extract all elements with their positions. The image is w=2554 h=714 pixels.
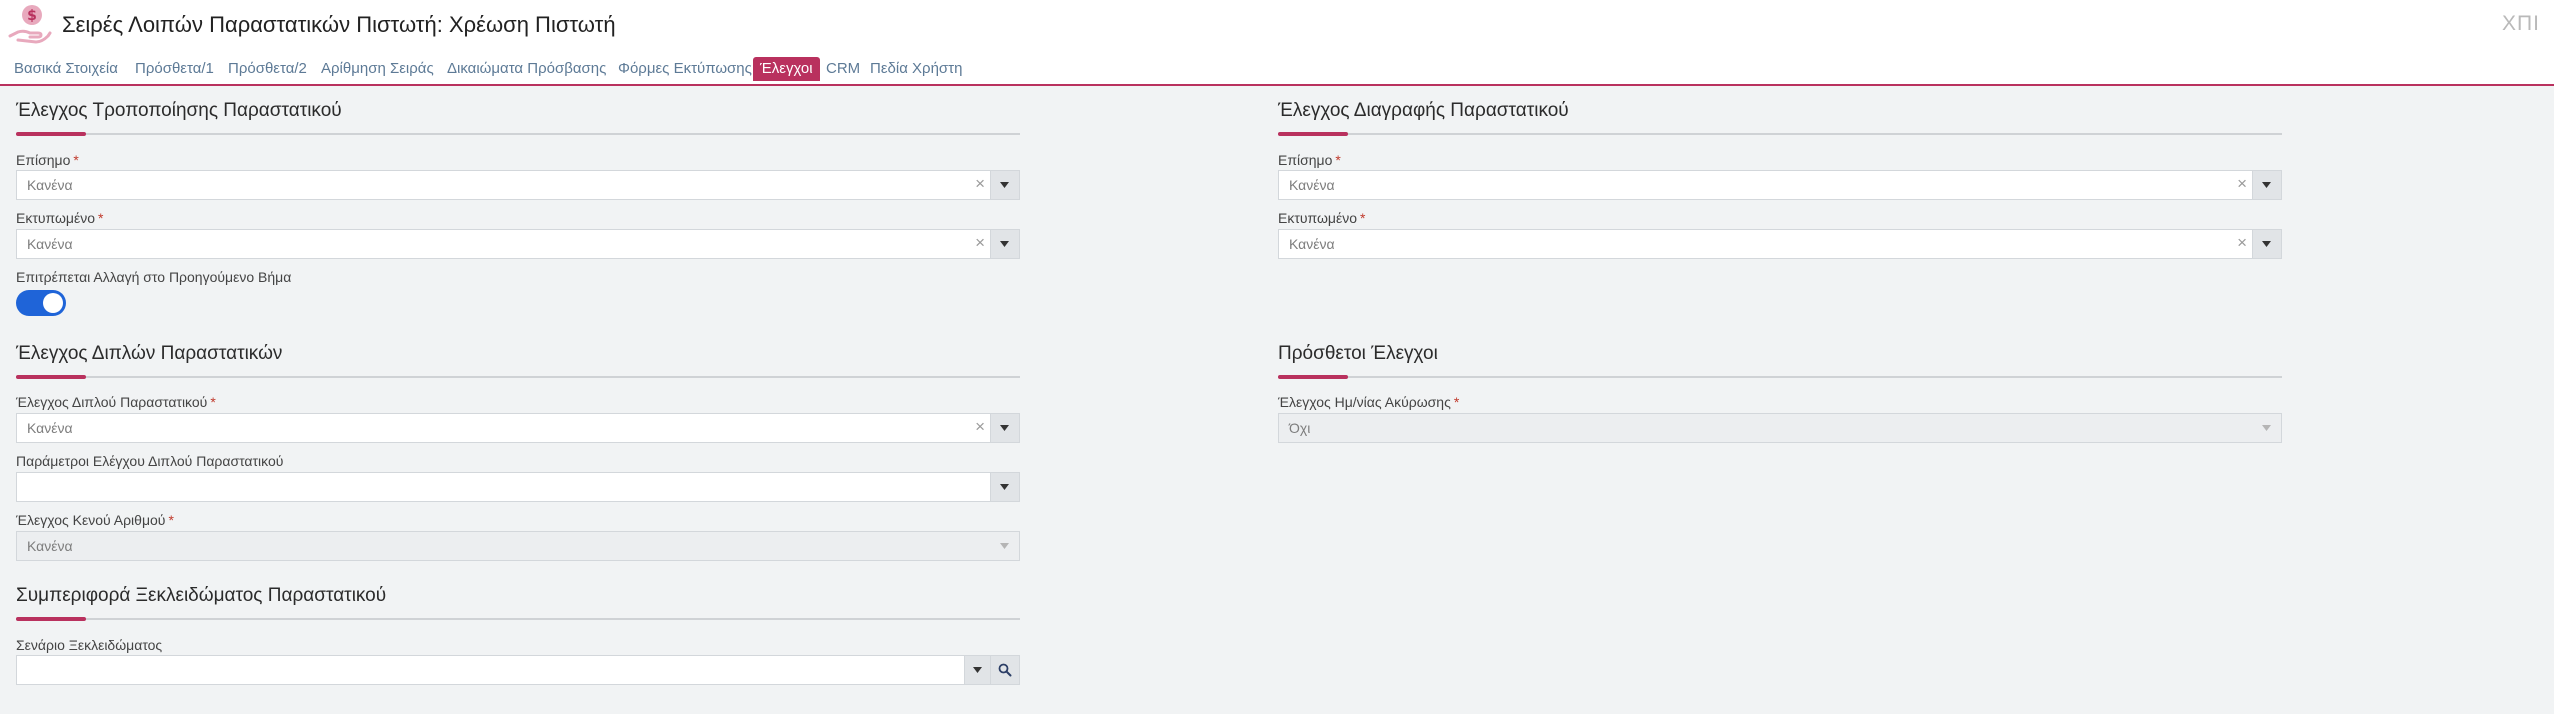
tab-additional-2[interactable]: Πρόσθετα/2 xyxy=(228,60,307,77)
tab-basic-info[interactable]: Βασικά Στοιχεία xyxy=(14,60,118,77)
search-icon[interactable] xyxy=(990,656,1019,684)
delete-official-select[interactable]: Κανένα × xyxy=(1278,170,2282,200)
delete-check-section-title: Έλεγχος Διαγραφής Παραστατικού xyxy=(1278,100,1569,121)
chevron-down-icon[interactable] xyxy=(990,171,1019,199)
empty-number-select[interactable]: Κανένα xyxy=(16,531,1020,561)
tab-access-rights[interactable]: Δικαιώματα Πρόσβασης xyxy=(447,60,606,77)
tab-series-numbering[interactable]: Αρίθμηση Σειράς xyxy=(321,60,434,77)
modify-check-section-title: Έλεγχος Τροποποίησης Παραστατικού xyxy=(16,100,342,121)
official-label: Επίσημο * xyxy=(16,152,79,168)
chevron-down-icon xyxy=(991,532,1019,560)
unlock-scenario-label: Σενάριο Ξεκλειδώματος xyxy=(16,637,163,653)
section-divider xyxy=(16,132,1020,136)
modify-official-select[interactable]: Κανένα × xyxy=(16,170,1020,200)
official-label: Επίσημο * xyxy=(1278,152,1341,168)
section-divider xyxy=(16,617,1020,621)
duplicate-params-select[interactable] xyxy=(16,472,1020,502)
unlock-section-title: Συμπεριφορά Ξεκλειδώματος Παραστατικού xyxy=(16,585,387,606)
section-divider xyxy=(16,375,1020,379)
empty-number-label: Έλεγχος Κενού Αριθμού * xyxy=(16,512,174,528)
tab-checks[interactable]: Έλεγχοι xyxy=(753,57,820,81)
extra-checks-section-title: Πρόσθετοι Έλεγχοι xyxy=(1278,343,1438,364)
chevron-down-icon[interactable] xyxy=(990,230,1019,258)
cancel-date-label: Έλεγχος Ημ/νίας Ακύρωσης * xyxy=(1278,394,1460,410)
tab-crm[interactable]: CRM xyxy=(826,60,860,77)
cancel-date-select[interactable]: Όχι xyxy=(1278,413,2282,443)
duplicate-check-select[interactable]: Κανένα × xyxy=(16,413,1020,443)
tab-bar: Βασικά Στοιχεία Πρόσθετα/1 Πρόσθετα/2 Αρ… xyxy=(0,52,2554,86)
section-divider xyxy=(1278,375,2282,379)
clear-icon[interactable]: × xyxy=(975,417,985,437)
duplicates-section-title: Έλεγχος Διπλών Παραστατικών xyxy=(16,343,283,364)
clear-icon[interactable]: × xyxy=(2237,174,2247,194)
delete-printed-select[interactable]: Κανένα × xyxy=(1278,229,2282,259)
tab-additional-1[interactable]: Πρόσθετα/1 xyxy=(135,60,214,77)
page-title: Σειρές Λοιπών Παραστατικών Πιστωτή: Χρέω… xyxy=(62,12,616,37)
header: $ Σειρές Λοιπών Παραστατικών Πιστωτή: Χρ… xyxy=(0,0,2554,52)
svg-text:$: $ xyxy=(27,8,37,24)
series-code: ΧΠΙ xyxy=(2501,12,2540,35)
chevron-down-icon[interactable] xyxy=(2252,171,2281,199)
section-divider xyxy=(1278,132,2282,136)
duplicate-check-label: Έλεγχος Διπλού Παραστατικού * xyxy=(16,394,216,410)
toggle-knob xyxy=(43,293,63,313)
tab-user-fields[interactable]: Πεδία Χρήστη xyxy=(870,60,962,77)
chevron-down-icon[interactable] xyxy=(2252,230,2281,258)
modify-printed-select[interactable]: Κανένα × xyxy=(16,229,1020,259)
chevron-down-icon[interactable] xyxy=(964,656,991,684)
chevron-down-icon[interactable] xyxy=(990,473,1019,501)
chevron-down-icon[interactable] xyxy=(990,414,1019,442)
printed-label: Εκτυπωμένο * xyxy=(1278,210,1366,226)
hand-dollar-icon: $ xyxy=(8,2,52,46)
clear-icon[interactable]: × xyxy=(2237,233,2247,253)
unlock-scenario-select[interactable] xyxy=(16,655,1020,685)
chevron-down-icon xyxy=(2253,414,2281,442)
allow-change-toggle[interactable] xyxy=(16,290,66,316)
printed-label: Εκτυπωμένο * xyxy=(16,210,104,226)
clear-icon[interactable]: × xyxy=(975,174,985,194)
duplicate-params-label: Παράμετροι Ελέγχου Διπλού Παραστατικού xyxy=(16,453,284,469)
clear-icon[interactable]: × xyxy=(975,233,985,253)
tab-print-forms[interactable]: Φόρμες Εκτύπωσης xyxy=(618,60,752,77)
allow-change-label: Επιτρέπεται Αλλαγή στο Προηγούμενο Βήμα xyxy=(16,269,292,285)
